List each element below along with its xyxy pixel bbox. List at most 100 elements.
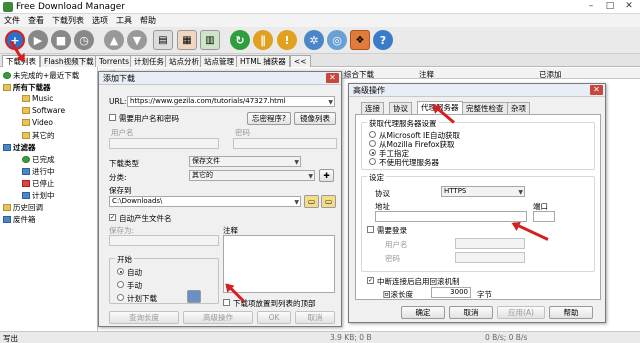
chevron-down-icon[interactable]: ▼	[518, 188, 523, 196]
tree-item-video[interactable]: Video	[22, 118, 53, 127]
schedule-icon[interactable]: ◷	[74, 30, 94, 50]
user-input[interactable]	[109, 138, 219, 149]
tab-flash-video[interactable]: Flash视频下载	[40, 55, 98, 67]
mirror-list-button[interactable]: 镜像列表	[294, 112, 336, 125]
proxy-firefox-radio[interactable]	[369, 140, 376, 147]
proxy-manual-radio[interactable]	[369, 149, 376, 156]
tree-item-all-downloads[interactable]: 所有下载器	[3, 82, 51, 93]
stop-icon[interactable]: ■	[51, 30, 71, 50]
chevron-down-icon[interactable]: ▼	[328, 98, 333, 106]
menu-help[interactable]: 帮助	[136, 15, 160, 26]
download-type-select[interactable]: 保存文件 ▼	[189, 156, 301, 167]
tree-item-recycle-bin[interactable]: 废件箱	[3, 214, 36, 225]
adv-ok-button[interactable]: 确定	[401, 306, 445, 319]
pass-input[interactable]	[233, 138, 337, 149]
query-size-button[interactable]: 查询长度	[109, 311, 179, 324]
save-path-input[interactable]: C:\Downloads\ ▼	[109, 196, 301, 207]
tab-connection[interactable]: 连接	[361, 102, 384, 114]
close-icon[interactable]: ✕	[620, 1, 638, 12]
need-login-checkbox[interactable]	[109, 114, 116, 121]
port-input[interactable]	[533, 211, 555, 222]
tab-integrity[interactable]: 完整性检查	[462, 102, 508, 114]
chevron-down-icon[interactable]: ▼	[308, 172, 313, 180]
ok-button[interactable]: OK	[257, 311, 291, 324]
save-as-input[interactable]	[109, 235, 219, 246]
menu-file[interactable]: 文件	[0, 15, 24, 26]
adv-apply-button[interactable]: 应用(A)	[497, 306, 545, 319]
start-icon[interactable]: ▶	[28, 30, 48, 50]
col-added[interactable]: 已添加	[539, 69, 562, 80]
tab-torrents[interactable]: Torrents	[95, 55, 133, 67]
close-icon[interactable]: ✕	[326, 73, 339, 83]
advanced-button[interactable]: 高级操作	[183, 311, 253, 324]
resume-icon[interactable]: ↻	[230, 30, 250, 50]
proxy-none-radio[interactable]	[369, 158, 376, 165]
protocol-select[interactable]: HTTPS ▼	[441, 186, 525, 197]
speed-icon[interactable]: !	[277, 30, 297, 50]
category-add-icon[interactable]: ✚	[319, 169, 334, 182]
chevron-down-icon[interactable]: ▼	[294, 198, 299, 206]
menu-tools[interactable]: 工具	[112, 15, 136, 26]
rollback-input[interactable]: 3000	[431, 287, 471, 298]
close-icon[interactable]: ✕	[590, 85, 603, 95]
col-summary[interactable]: 综合下载	[344, 69, 374, 80]
move-down-icon[interactable]: ▼	[127, 30, 147, 50]
plugins-icon[interactable]: ❖	[350, 30, 370, 50]
schedule-settings-icon[interactable]	[187, 290, 201, 303]
tree-item-music[interactable]: Music	[22, 94, 53, 103]
comment-textarea[interactable]	[223, 235, 335, 293]
prog-button[interactable]: 忘密程序?	[247, 112, 291, 125]
tab-site-explorer[interactable]: 站点分析	[165, 55, 203, 67]
tree-item-completed[interactable]: 已完成	[22, 154, 55, 165]
open-folder-icon[interactable]: ▭	[321, 195, 336, 208]
settings-gear-icon[interactable]: ✲	[304, 30, 324, 50]
community-icon[interactable]: ◎	[327, 30, 347, 50]
chevron-down-icon[interactable]: ▼	[294, 158, 299, 166]
move-up-icon[interactable]: ▲	[104, 30, 124, 50]
browse-folder-icon[interactable]: ▭	[304, 195, 319, 208]
batch-download-icon[interactable]: ▥	[200, 30, 220, 50]
pause-all-icon[interactable]: ∥	[253, 30, 273, 50]
reconnect-checkbox[interactable]: ✓	[367, 277, 374, 284]
cancel-button[interactable]: 取消	[295, 311, 335, 324]
proxy-ie-radio[interactable]	[369, 131, 376, 138]
address-input[interactable]	[375, 211, 527, 222]
tab-scheduler[interactable]: 计划任务	[130, 55, 168, 67]
pass-label: 密码	[235, 128, 250, 137]
menu-options[interactable]: 选项	[88, 15, 112, 26]
tree-item-stopped[interactable]: 已停止	[22, 178, 55, 189]
menu-downloads[interactable]: 下载列表	[48, 15, 88, 26]
import-list-icon[interactable]: ▤	[153, 30, 173, 50]
col-comment[interactable]: 注释	[419, 69, 434, 80]
export-list-icon[interactable]: ▦	[177, 30, 197, 50]
proxy-pass-input[interactable]	[455, 252, 525, 263]
tab-site-manager[interactable]: 站点管理	[200, 55, 238, 67]
tree-item-scheduled[interactable]: 计划中	[22, 190, 55, 201]
tree-item-recent[interactable]: 未完成的+最近下载	[3, 70, 79, 81]
tab-more[interactable]: <<	[290, 55, 311, 67]
help-icon[interactable]: ?	[373, 30, 393, 50]
start-manual-radio[interactable]	[117, 281, 124, 288]
tab-html-spider[interactable]: HTML 捕获器	[236, 55, 290, 67]
menu-view[interactable]: 查看	[24, 15, 48, 26]
maximize-icon[interactable]: □	[601, 1, 619, 12]
tree-item-history[interactable]: 历史回调	[3, 202, 43, 213]
tree-item-software[interactable]: Software	[22, 106, 65, 115]
url-input[interactable]: https://www.gezila.com/tutorials/47327.h…	[127, 96, 335, 107]
tab-misc[interactable]: 杂项	[507, 102, 530, 114]
place-top-checkbox[interactable]	[223, 299, 230, 306]
category-label: 分类:	[109, 173, 127, 182]
tab-protocol[interactable]: 协议	[389, 102, 412, 114]
tree-item-in-progress[interactable]: 进行中	[22, 166, 55, 177]
adv-help-button[interactable]: 帮助	[549, 306, 593, 319]
adv-cancel-button[interactable]: 取消	[449, 306, 493, 319]
auto-name-checkbox[interactable]: ✓	[109, 214, 116, 221]
category-select[interactable]: 其它的 ▼	[189, 170, 315, 181]
start-schedule-radio[interactable]	[117, 294, 124, 301]
proxy-user-input[interactable]	[455, 238, 525, 249]
tree-item-filters[interactable]: 过滤器	[3, 142, 36, 153]
minimize-icon[interactable]: –	[582, 1, 600, 12]
start-auto-radio[interactable]	[117, 268, 124, 275]
tree-item-other[interactable]: 其它的	[22, 130, 55, 141]
proxy-login-checkbox[interactable]	[367, 226, 374, 233]
